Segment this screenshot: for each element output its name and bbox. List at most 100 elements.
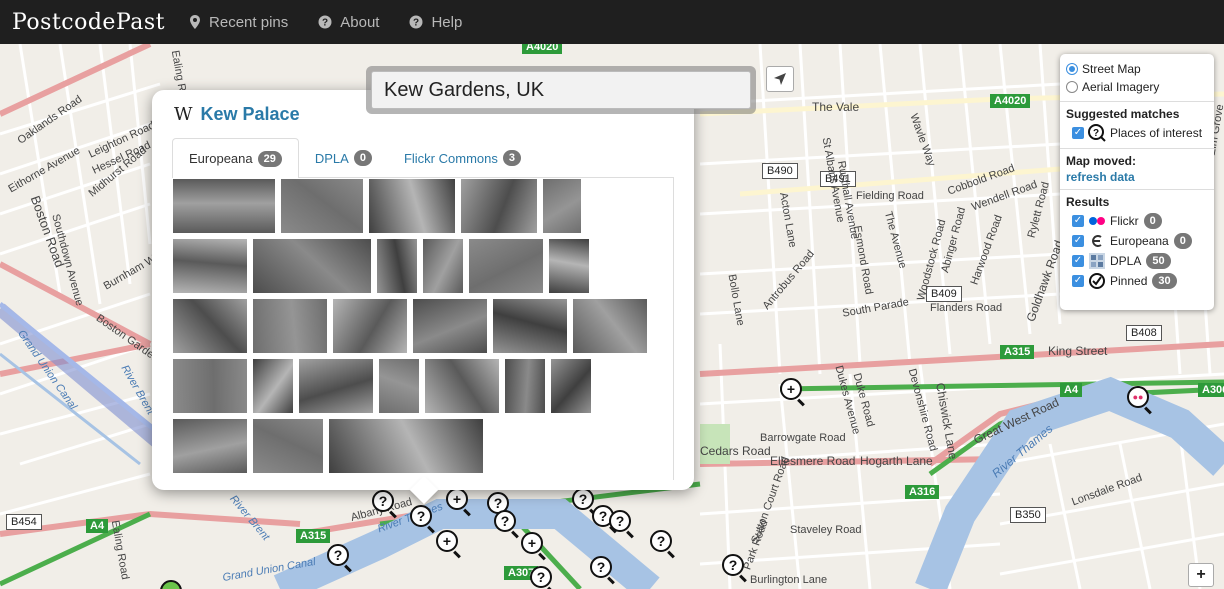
checkbox[interactable]: ✓ bbox=[1072, 255, 1084, 267]
road-label: B409 bbox=[926, 286, 962, 302]
radio-button[interactable] bbox=[1066, 81, 1078, 93]
nav-recent-pins[interactable]: Recent pins bbox=[189, 14, 288, 31]
map-moved-title: Map moved: bbox=[1066, 154, 1137, 168]
checkbox[interactable]: ✓ bbox=[1072, 215, 1084, 227]
photo-thumbnail[interactable] bbox=[368, 178, 456, 234]
result-label: DPLA bbox=[1110, 254, 1142, 268]
photo-thumbnail[interactable] bbox=[492, 298, 568, 354]
map-marker-icon bbox=[190, 15, 201, 29]
source-tabs: Europeana 29 DPLA 0 Flickr Commons 3 bbox=[172, 138, 674, 179]
pinned-marker[interactable]: + bbox=[780, 378, 802, 400]
pinned-marker[interactable]: + bbox=[521, 532, 543, 554]
layers-panel: Street Map Aerial Imagery Suggested matc… bbox=[1060, 54, 1214, 310]
photo-thumbnail[interactable] bbox=[172, 358, 248, 414]
photo-thumbnail[interactable] bbox=[332, 298, 408, 354]
location-arrow-icon bbox=[774, 73, 786, 85]
photo-thumbnail[interactable] bbox=[572, 298, 648, 354]
road-label: A4020 bbox=[990, 94, 1031, 108]
suggested-label: Places of interest bbox=[1110, 126, 1203, 140]
refresh-data-link[interactable]: refresh data bbox=[1066, 170, 1208, 184]
photo-thumbnail[interactable] bbox=[460, 178, 538, 234]
radio-button[interactable] bbox=[1066, 63, 1078, 75]
photo-thumbnail[interactable] bbox=[252, 298, 328, 354]
street-label: Staveley Road bbox=[790, 524, 862, 536]
poi-marker[interactable]: ? bbox=[722, 554, 744, 576]
tab-europeana[interactable]: Europeana 29 bbox=[172, 138, 299, 179]
poi-marker[interactable]: ? bbox=[572, 488, 594, 510]
photo-thumbnail[interactable] bbox=[542, 178, 582, 234]
street-label: Barrowgate Road bbox=[760, 432, 846, 444]
photo-thumbnail[interactable] bbox=[328, 418, 484, 474]
nav-help[interactable]: ? Help bbox=[409, 14, 462, 31]
photo-thumbnail[interactable] bbox=[252, 418, 324, 474]
base-option-label: Street Map bbox=[1082, 62, 1141, 76]
photo-thumbnail[interactable] bbox=[252, 238, 372, 294]
street-label: Hogarth Lane bbox=[860, 454, 933, 468]
pinned-icon bbox=[1088, 273, 1106, 289]
photo-thumbnail[interactable] bbox=[280, 178, 364, 234]
tab-label: Europeana bbox=[189, 151, 253, 166]
photo-thumbnail[interactable] bbox=[376, 238, 418, 294]
road-label: B350 bbox=[1010, 507, 1046, 523]
nav-help-label: Help bbox=[431, 13, 463, 31]
photo-thumbnail[interactable] bbox=[550, 358, 592, 414]
photo-thumbnail[interactable] bbox=[504, 358, 546, 414]
photo-thumbnail[interactable] bbox=[172, 238, 248, 294]
result-label: Flickr bbox=[1110, 214, 1139, 228]
poi-marker[interactable]: ? bbox=[410, 505, 432, 527]
place-popup: × W Kew Palace Europeana 29 DPLA 0 Flick… bbox=[152, 90, 694, 505]
result-europeana[interactable]: ✓ Europeana 0 bbox=[1072, 231, 1208, 251]
poi-marker[interactable]: ? bbox=[327, 544, 349, 566]
base-option-street-map[interactable]: Street Map bbox=[1066, 60, 1208, 78]
result-dpla[interactable]: ✓ DPLA 50 bbox=[1072, 251, 1208, 271]
tab-dpla[interactable]: DPLA 0 bbox=[299, 138, 388, 178]
photo-thumbnail[interactable] bbox=[468, 238, 544, 294]
suggested-places-of-interest[interactable]: ✓ ? Places of interest bbox=[1072, 123, 1208, 143]
photo-thumbnail[interactable] bbox=[378, 358, 420, 414]
search-input[interactable] bbox=[371, 71, 751, 109]
road-label: B454 bbox=[6, 514, 42, 530]
pinned-marker[interactable]: + bbox=[446, 488, 468, 510]
result-label: Pinned bbox=[1110, 274, 1148, 288]
result-pinned[interactable]: ✓ Pinned 30 bbox=[1072, 271, 1208, 291]
base-option-aerial[interactable]: Aerial Imagery bbox=[1066, 78, 1208, 96]
nav-about[interactable]: ? About bbox=[318, 14, 379, 31]
road-label: A4020 bbox=[522, 44, 563, 54]
street-label: Cedars Road bbox=[700, 444, 771, 458]
svg-text:?: ? bbox=[413, 18, 419, 29]
tab-flickr-commons[interactable]: Flickr Commons 3 bbox=[388, 138, 537, 178]
pinned-marker[interactable]: + bbox=[436, 530, 458, 552]
poi-marker[interactable]: ? bbox=[609, 510, 631, 532]
zoom-in-button[interactable]: + bbox=[1188, 563, 1214, 587]
photo-thumbnail[interactable] bbox=[422, 238, 464, 294]
poi-marker[interactable]: ? bbox=[372, 490, 394, 512]
poi-marker[interactable]: ? bbox=[650, 530, 672, 552]
photo-thumbnail[interactable] bbox=[172, 298, 248, 354]
flickr-marker[interactable]: ●● bbox=[1127, 386, 1149, 408]
result-flickr[interactable]: ✓ Flickr 0 bbox=[1072, 211, 1208, 231]
result-label: Europeana bbox=[1110, 234, 1169, 248]
photo-thumbnail[interactable] bbox=[412, 298, 488, 354]
popup-title[interactable]: Kew Palace bbox=[201, 104, 300, 125]
checkbox[interactable]: ✓ bbox=[1072, 127, 1084, 139]
popup-header: W Kew Palace bbox=[174, 104, 300, 125]
photo-thumbnail[interactable] bbox=[172, 178, 276, 234]
checkbox[interactable]: ✓ bbox=[1072, 275, 1084, 287]
photo-thumbnail[interactable] bbox=[548, 238, 590, 294]
tab-label: Flickr Commons bbox=[403, 150, 498, 166]
poi-marker[interactable]: ? bbox=[530, 566, 552, 588]
poi-marker[interactable]: ? bbox=[494, 510, 516, 532]
count-badge: 0 bbox=[1143, 213, 1162, 229]
photo-thumbnail[interactable] bbox=[424, 358, 500, 414]
street-label: The Vale bbox=[812, 100, 860, 114]
poi-marker[interactable]: ? bbox=[590, 556, 612, 578]
locate-button[interactable] bbox=[766, 66, 794, 92]
checkbox[interactable]: ✓ bbox=[1072, 235, 1084, 247]
photo-thumbnail[interactable] bbox=[252, 358, 294, 414]
street-label: Burlington Lane bbox=[750, 574, 828, 586]
photo-thumbnail[interactable] bbox=[172, 418, 248, 474]
photo-thumbnail[interactable] bbox=[298, 358, 374, 414]
brand-logo[interactable]: PostcodePast bbox=[12, 10, 165, 35]
question-circle-icon: ? bbox=[409, 15, 423, 29]
svg-text:?: ? bbox=[322, 18, 328, 29]
